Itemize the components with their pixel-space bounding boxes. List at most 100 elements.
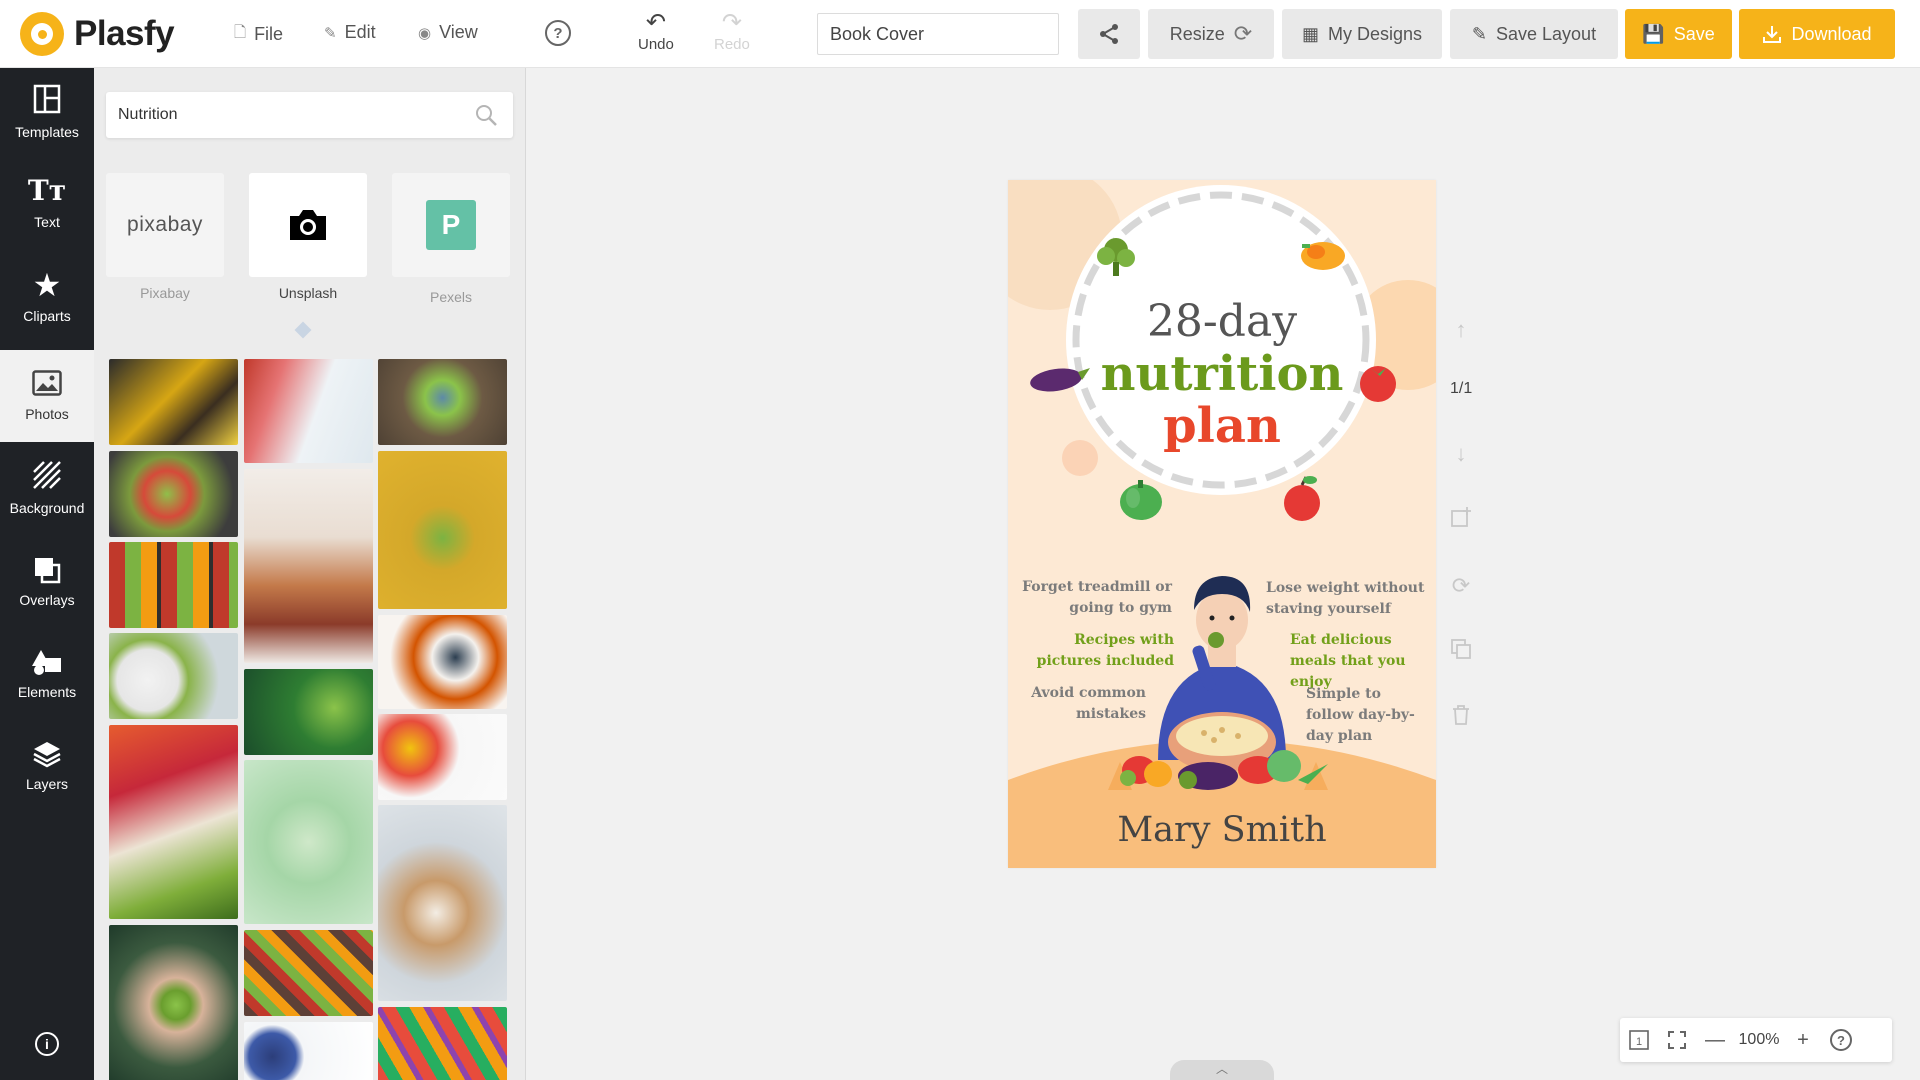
- cover-bullet[interactable]: Avoid common mistakes: [1018, 683, 1146, 725]
- photo-thumbnail[interactable]: [244, 1022, 373, 1080]
- sidebar-item-cliparts[interactable]: ★ Cliparts: [0, 268, 94, 340]
- source-pixabay[interactable]: pixabay Pixabay: [106, 173, 224, 301]
- photo-thumbnail[interactable]: [109, 725, 238, 919]
- scroll-indicator: [294, 321, 312, 339]
- source-unsplash[interactable]: Unsplash: [249, 173, 367, 301]
- photo-thumbnail[interactable]: [378, 805, 507, 1001]
- sidebar-item-background[interactable]: Background: [0, 460, 94, 540]
- source-label: Pixabay: [140, 285, 190, 301]
- photo-search: [106, 92, 513, 138]
- cover-title-line1[interactable]: 28-day: [1008, 296, 1436, 347]
- info-icon[interactable]: i: [35, 1032, 59, 1056]
- layers-icon: [33, 742, 61, 768]
- book-cover-page[interactable]: 28-day nutrition plan Forget treadmill o…: [1008, 180, 1436, 868]
- pexels-logo-icon: P: [426, 200, 476, 250]
- photo-thumbnail[interactable]: [378, 714, 507, 800]
- pexels-logo: P: [392, 173, 510, 277]
- sidebar-item-layers[interactable]: Layers: [0, 740, 94, 814]
- download-button[interactable]: Download: [1739, 9, 1895, 59]
- source-pexels[interactable]: P Pexels: [392, 173, 510, 305]
- redo-icon: ↷: [721, 9, 742, 36]
- apple-icon: [1284, 476, 1320, 521]
- refresh-icon: ⟳: [1233, 21, 1253, 46]
- duplicate-page-icon[interactable]: [1447, 635, 1475, 663]
- cover-bullet[interactable]: Simple to follow day-by-day plan: [1306, 684, 1430, 747]
- eye-icon: ◉: [418, 24, 432, 42]
- cover-title-line3[interactable]: plan: [1008, 398, 1436, 454]
- delete-page-icon[interactable]: [1447, 701, 1475, 729]
- photo-thumbnail[interactable]: [378, 1007, 507, 1080]
- save-layout-button[interactable]: ✎ Save Layout: [1450, 9, 1618, 59]
- photo-thumbnail[interactable]: [378, 615, 507, 709]
- my-designs-button[interactable]: ▦ My Designs: [1282, 9, 1442, 59]
- cover-author[interactable]: Mary Smith: [1008, 810, 1436, 850]
- zoom-controls: 1 — 100% + ?: [1620, 1018, 1892, 1062]
- download-icon: [1763, 26, 1782, 43]
- sidebar-item-label: Cliparts: [23, 308, 71, 324]
- green-pepper-icon: [1120, 480, 1162, 520]
- file-icon: 🗋: [234, 24, 247, 41]
- photo-thumbnail[interactable]: [109, 542, 238, 628]
- photo-thumbnail[interactable]: [109, 633, 238, 719]
- grid-icon: ▦: [1301, 23, 1319, 44]
- cover-bullet[interactable]: Lose weight without staving yourself: [1266, 578, 1426, 620]
- photo-thumbnail[interactable]: [109, 359, 238, 445]
- photo-thumbnail[interactable]: [244, 760, 373, 924]
- redo-button[interactable]: ↷ Redo: [714, 9, 750, 54]
- edit-menu-label: Edit: [344, 22, 376, 42]
- expand-pages-tab[interactable]: ︿: [1170, 1060, 1274, 1080]
- view-menu-label: View: [439, 22, 478, 42]
- sidebar-item-overlays[interactable]: Overlays: [0, 556, 94, 628]
- left-sidebar: Templates Tт Text ★ Cliparts Photos Back…: [0, 68, 94, 1080]
- help-icon[interactable]: ?: [545, 20, 571, 46]
- rotate-icon[interactable]: ⟳: [1447, 572, 1475, 600]
- file-menu[interactable]: 🗋 File: [234, 22, 283, 47]
- cover-bullet[interactable]: Forget treadmill or going to gym: [1018, 577, 1172, 619]
- undo-label: Undo: [638, 36, 674, 53]
- add-page-icon[interactable]: [1447, 503, 1475, 531]
- pixabay-logo: pixabay: [106, 173, 224, 277]
- photo-thumbnail[interactable]: [244, 469, 373, 663]
- photo-thumbnail[interactable]: [244, 359, 373, 463]
- edit-menu[interactable]: ✎ Edit: [324, 22, 376, 43]
- fullscreen-icon[interactable]: [1658, 1030, 1696, 1050]
- page-view-icon[interactable]: 1: [1620, 1029, 1658, 1051]
- templates-icon: [33, 84, 61, 114]
- sidebar-item-text[interactable]: Tт Text: [0, 176, 94, 246]
- zoom-in-icon[interactable]: +: [1784, 1029, 1822, 1052]
- photo-thumbnail[interactable]: [244, 930, 373, 1016]
- sidebar-item-label: Background: [9, 500, 85, 516]
- sidebar-item-templates[interactable]: Templates: [0, 84, 94, 158]
- sidebar-item-photos[interactable]: Photos: [0, 350, 94, 442]
- save-button[interactable]: 💾 Save: [1625, 9, 1732, 59]
- sidebar-item-label: Photos: [25, 406, 69, 422]
- view-menu[interactable]: ◉ View: [418, 22, 478, 43]
- my-designs-label: My Designs: [1327, 23, 1423, 44]
- move-page-down-icon[interactable]: ↓: [1447, 440, 1475, 468]
- photo-thumbnail[interactable]: [378, 359, 507, 445]
- app-logo[interactable]: Plasfy: [20, 12, 175, 56]
- move-page-up-icon[interactable]: ↑: [1447, 316, 1475, 344]
- floppy-icon: 💾: [1642, 23, 1665, 44]
- source-label: Unsplash: [278, 285, 338, 301]
- plasfy-logo-icon: [20, 12, 64, 56]
- sidebar-item-label: Layers: [25, 776, 69, 792]
- pepper-icon: [1301, 242, 1345, 270]
- resize-label: Resize: [1169, 23, 1225, 44]
- cover-title-line2[interactable]: nutrition: [1008, 346, 1436, 402]
- cover-bullet[interactable]: Recipes with pictures included: [1018, 630, 1174, 672]
- undo-button[interactable]: ↶ Undo: [638, 10, 674, 54]
- zoom-out-icon[interactable]: —: [1696, 1029, 1734, 1052]
- photo-thumbnail[interactable]: [378, 451, 507, 609]
- photo-thumbnail[interactable]: [109, 925, 238, 1080]
- photo-thumbnail[interactable]: [109, 451, 238, 537]
- photo-thumbnail[interactable]: [244, 669, 373, 755]
- sidebar-item-elements[interactable]: Elements: [0, 648, 94, 722]
- help-icon[interactable]: ?: [1822, 1029, 1860, 1051]
- resize-button[interactable]: Resize ⟳: [1148, 9, 1274, 59]
- document-name-field[interactable]: Book Cover: [817, 13, 1059, 55]
- sidebar-item-label: Text: [34, 214, 60, 230]
- photo-search-input[interactable]: [106, 92, 446, 138]
- share-button[interactable]: [1078, 9, 1140, 59]
- search-icon[interactable]: [475, 104, 497, 126]
